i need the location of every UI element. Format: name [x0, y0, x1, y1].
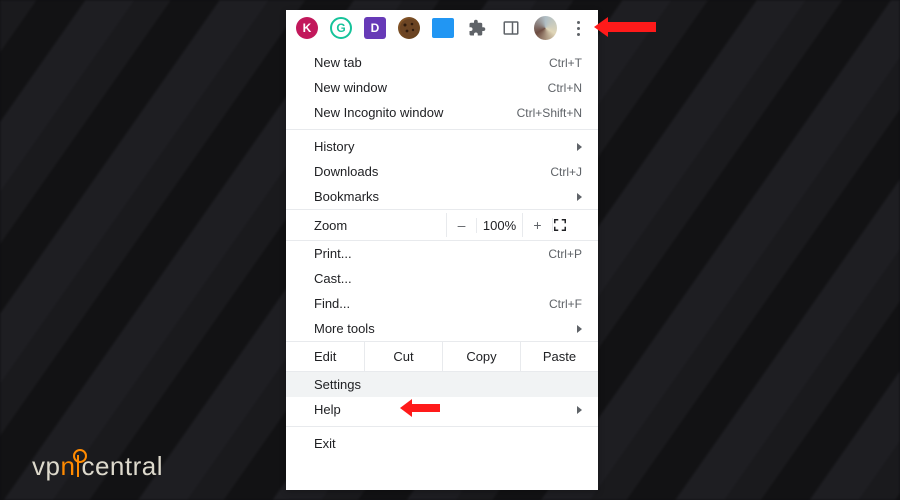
annotation-arrow-to-settings	[410, 404, 440, 412]
menu-label: Find...	[314, 296, 549, 311]
menu-shortcut: Ctrl+T	[549, 56, 582, 70]
menu-item-cast[interactable]: Cast...	[286, 266, 598, 291]
chrome-menu-panel: K G D New tab Ctrl+T New window Ctrl+N N…	[286, 10, 598, 490]
three-dots-menu-button[interactable]	[569, 21, 588, 36]
side-panel-icon[interactable]	[500, 17, 522, 39]
menu-shortcut: Ctrl+P	[548, 247, 582, 261]
menu-item-history[interactable]: History	[286, 134, 598, 159]
menu-item-new-tab[interactable]: New tab Ctrl+T	[286, 50, 598, 75]
zoom-in-button[interactable]: +	[522, 213, 552, 237]
annotation-arrow-to-menu	[604, 22, 656, 32]
watermark-text-right: central	[81, 451, 163, 481]
extension-icon-k[interactable]: K	[296, 17, 318, 39]
menu-label: Downloads	[314, 164, 550, 179]
menu-item-new-window[interactable]: New window Ctrl+N	[286, 75, 598, 100]
menu-label: New tab	[314, 55, 549, 70]
menu-item-bookmarks[interactable]: Bookmarks	[286, 184, 598, 209]
browser-toolbar: K G D	[286, 10, 598, 46]
menu-separator	[286, 426, 598, 427]
extension-icon-blue[interactable]	[432, 18, 454, 38]
menu-label: New window	[314, 80, 548, 95]
chevron-right-icon	[577, 406, 582, 414]
menu-shortcut: Ctrl+N	[548, 81, 582, 95]
menu-shortcut: Ctrl+F	[549, 297, 582, 311]
menu-shortcut: Ctrl+J	[550, 165, 582, 179]
extensions-puzzle-icon[interactable]	[466, 17, 488, 39]
menu-label: Print...	[314, 246, 548, 261]
menu-item-zoom: Zoom – 100% +	[286, 209, 598, 241]
extension-icon-g[interactable]: G	[330, 17, 352, 39]
pin-icon	[77, 455, 79, 477]
menu-item-edit-row: Edit Cut Copy Paste	[286, 341, 598, 372]
chevron-right-icon	[577, 325, 582, 333]
zoom-out-button[interactable]: –	[446, 213, 476, 237]
menu-label: New Incognito window	[314, 105, 517, 120]
extension-icon-cookie[interactable]	[398, 17, 420, 39]
menu-item-downloads[interactable]: Downloads Ctrl+J	[286, 159, 598, 184]
menu-shortcut: Ctrl+Shift+N	[517, 106, 582, 120]
watermark-text-left: vp	[32, 451, 60, 481]
menu-item-exit[interactable]: Exit	[286, 431, 598, 456]
menu-item-help[interactable]: Help	[286, 397, 598, 422]
menu-separator	[286, 129, 598, 130]
edit-cut-button[interactable]: Cut	[364, 342, 442, 371]
watermark-logo: vpncentral	[32, 451, 163, 482]
menu-label: More tools	[314, 321, 577, 336]
zoom-label: Zoom	[314, 218, 446, 233]
menu-label: Cast...	[314, 271, 582, 286]
chrome-main-menu: New tab Ctrl+T New window Ctrl+N New Inc…	[286, 46, 598, 490]
zoom-value: 100%	[476, 218, 522, 233]
profile-avatar-icon[interactable]	[534, 16, 557, 40]
menu-label: History	[314, 139, 577, 154]
menu-item-print[interactable]: Print... Ctrl+P	[286, 241, 598, 266]
extension-icon-d[interactable]: D	[364, 17, 386, 39]
chevron-right-icon	[577, 193, 582, 201]
menu-item-more-tools[interactable]: More tools	[286, 316, 598, 341]
edit-copy-button[interactable]: Copy	[442, 342, 520, 371]
menu-label: Help	[314, 402, 577, 417]
menu-label: Bookmarks	[314, 189, 577, 204]
menu-label: Exit	[314, 436, 582, 451]
fullscreen-button[interactable]	[552, 218, 588, 232]
chevron-right-icon	[577, 143, 582, 151]
menu-label: Settings	[314, 377, 582, 392]
menu-item-incognito[interactable]: New Incognito window Ctrl+Shift+N	[286, 100, 598, 125]
edit-paste-button[interactable]: Paste	[520, 342, 598, 371]
edit-label: Edit	[286, 342, 364, 371]
menu-item-find[interactable]: Find... Ctrl+F	[286, 291, 598, 316]
menu-item-settings[interactable]: Settings	[286, 372, 598, 397]
